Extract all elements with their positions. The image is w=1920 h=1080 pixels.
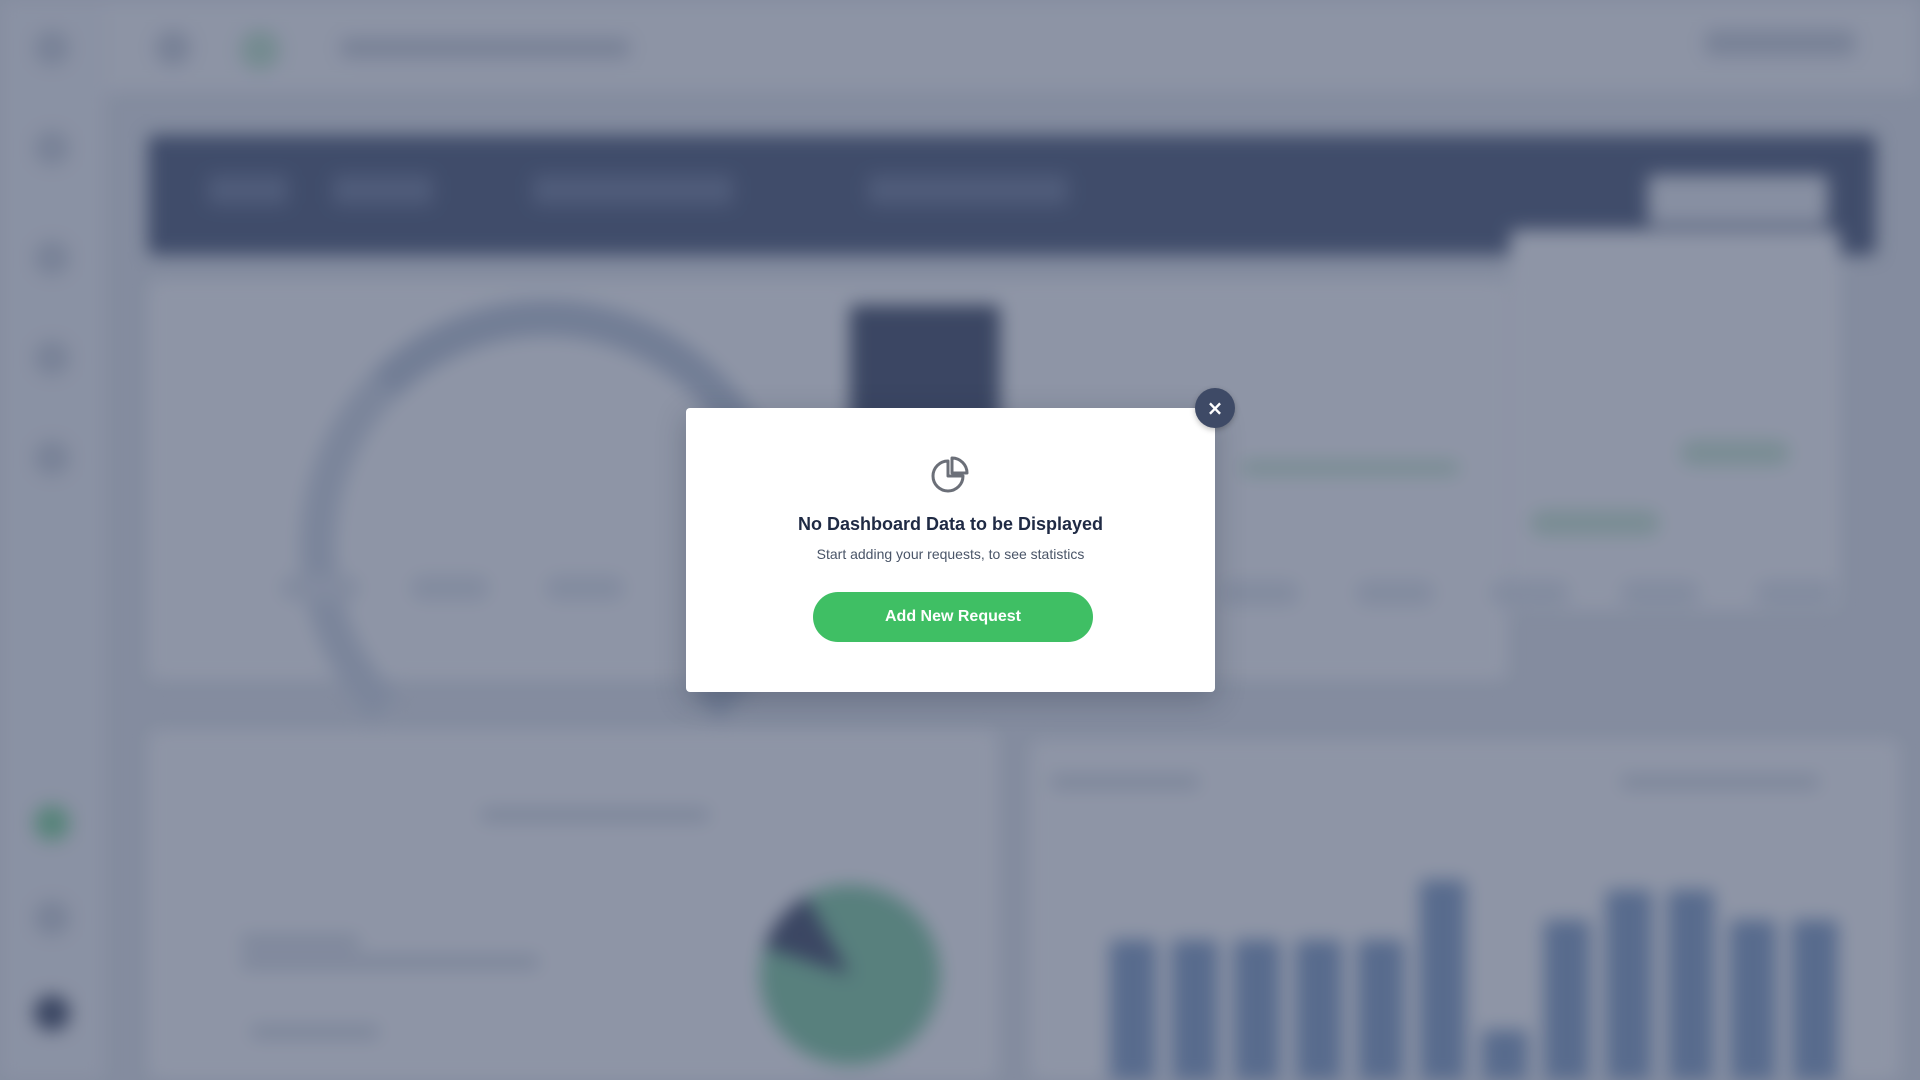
dashboard-screen: No Dashboard Data to be Displayed Start … [0, 0, 1920, 1080]
modal-subtitle: Start adding your requests, to see stati… [816, 546, 1085, 562]
close-modal-button[interactable]: × [1195, 388, 1235, 428]
modal-title: No Dashboard Data to be Displayed [797, 514, 1104, 534]
empty-state-modal: No Dashboard Data to be Displayed Start … [686, 408, 1215, 692]
pie-chart-icon [931, 456, 969, 493]
add-new-request-button[interactable]: Add New Request [813, 592, 1093, 642]
close-icon: × [1206, 396, 1224, 420]
